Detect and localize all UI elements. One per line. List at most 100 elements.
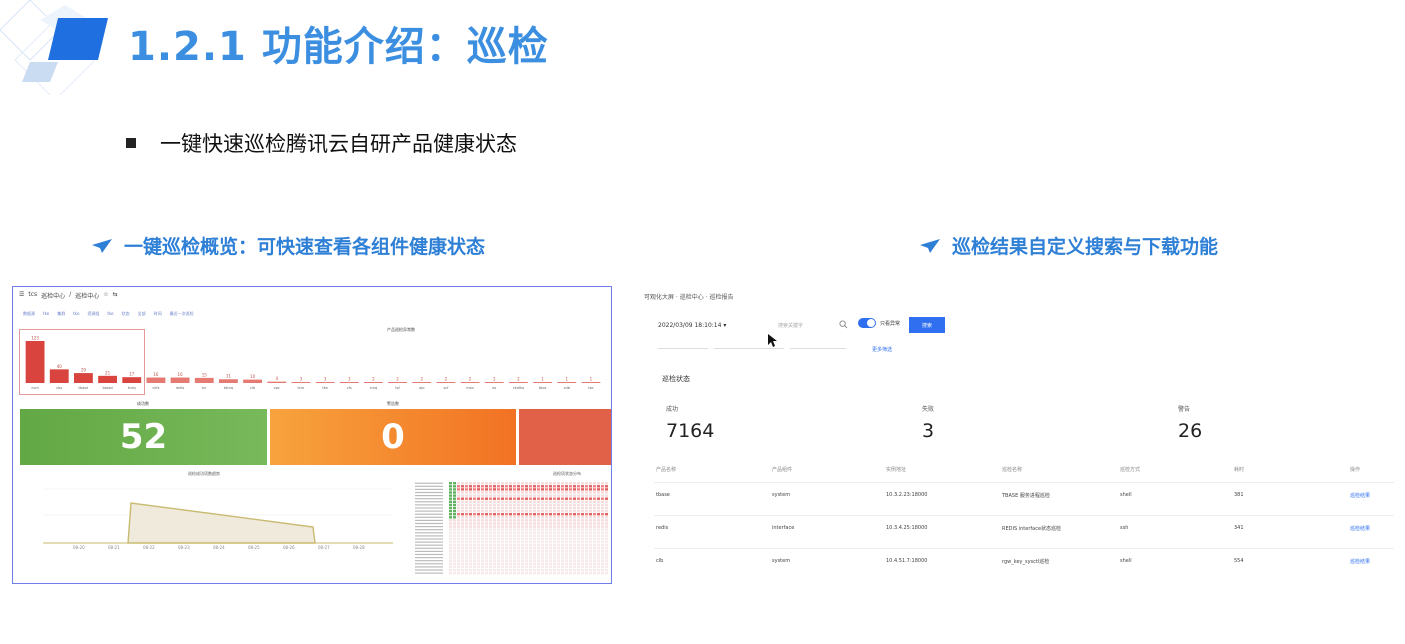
grid-cell xyxy=(553,519,556,522)
table-header: 产品名称 xyxy=(656,467,677,473)
grid-cell xyxy=(593,528,596,531)
bar-value-label: 21 xyxy=(105,370,111,375)
grid-cell xyxy=(549,547,552,550)
grid-cell xyxy=(497,513,500,516)
grid-cell xyxy=(565,506,568,510)
search-input[interactable]: 搜索关键字 xyxy=(778,322,803,329)
grid-cell xyxy=(461,559,464,562)
grid-cell xyxy=(601,559,604,562)
grid-cell xyxy=(605,485,608,488)
grid-cell xyxy=(513,571,516,575)
more-filters-link[interactable]: 更多筛选 xyxy=(872,346,892,353)
grid-cell xyxy=(541,525,544,528)
grid-cell xyxy=(601,528,604,531)
grid-cell xyxy=(597,534,600,538)
search-button[interactable]: 搜索 xyxy=(909,317,945,333)
bar-value-label: 2 xyxy=(372,377,375,382)
view-result-link[interactable]: 巡检结果 xyxy=(1350,558,1370,565)
table-row-divider xyxy=(654,515,1394,516)
grid-cell xyxy=(497,544,500,547)
grid-cell xyxy=(529,547,532,550)
grid-cell xyxy=(481,491,484,494)
grid-cell xyxy=(601,494,604,497)
grid-cell xyxy=(573,556,576,559)
grid-cell xyxy=(533,550,536,553)
grid-cell xyxy=(537,540,540,544)
grid-row-label xyxy=(415,498,443,500)
grid-cell xyxy=(517,547,520,550)
grid-cell xyxy=(497,534,500,538)
grid-cell xyxy=(469,500,472,503)
grid-cell xyxy=(489,519,492,522)
bar-value-label: 3 xyxy=(300,376,303,381)
grid-cell xyxy=(469,559,472,562)
grid-cell xyxy=(581,540,584,544)
grid-cell xyxy=(509,491,512,494)
grid-cell xyxy=(549,522,552,525)
grid-cell xyxy=(521,522,524,525)
grid-cell xyxy=(505,565,508,569)
grid-cell xyxy=(521,537,524,541)
grid-cell xyxy=(485,528,488,531)
grid-cell xyxy=(525,528,528,531)
grid-cell xyxy=(597,531,600,534)
grid-cell xyxy=(453,559,456,562)
filter-select[interactable] xyxy=(790,344,846,349)
filter-select[interactable] xyxy=(658,344,708,349)
grid-cell xyxy=(465,547,468,550)
grid-cell xyxy=(529,525,532,528)
grid-cell xyxy=(521,506,524,510)
view-result-link[interactable]: 巡检结果 xyxy=(1350,492,1370,499)
grid-cell xyxy=(521,559,524,562)
grid-cell xyxy=(549,540,552,544)
grid-cell xyxy=(553,525,556,528)
grid-cell xyxy=(565,525,568,528)
grid-cell xyxy=(465,550,468,553)
grid-cell xyxy=(513,559,516,562)
grid-cell xyxy=(561,519,564,522)
grid-cell xyxy=(537,531,540,534)
grid-cell xyxy=(457,553,460,556)
grid-cell xyxy=(485,534,488,538)
grid-cell xyxy=(597,528,600,531)
grid-cell xyxy=(449,503,452,507)
grid-cell xyxy=(585,525,588,528)
grid-cell xyxy=(557,494,560,497)
grid-cell xyxy=(521,531,524,534)
search-icon[interactable] xyxy=(839,320,848,329)
grid-cell xyxy=(549,494,552,497)
grid-cell xyxy=(465,562,468,565)
grid-cell xyxy=(545,522,548,525)
grid-cell xyxy=(577,537,580,541)
grid-cell xyxy=(469,544,472,547)
grid-row-label xyxy=(415,504,443,506)
grid-cell xyxy=(581,506,584,510)
grid-cell xyxy=(545,550,548,553)
grid-cell xyxy=(569,506,572,510)
view-result-link[interactable]: 巡检结果 xyxy=(1350,525,1370,532)
date-picker[interactable]: 2022/03/09 18:10:14 ▾ xyxy=(658,322,726,329)
grid-cell xyxy=(581,509,584,513)
grid-cell xyxy=(453,488,456,491)
grid-cell xyxy=(461,522,464,525)
grid-cell xyxy=(513,550,516,553)
grid-cell xyxy=(565,537,568,541)
grid-cell xyxy=(541,506,544,510)
grid-cell xyxy=(453,531,456,534)
grid-cell xyxy=(541,571,544,575)
grid-cell xyxy=(529,544,532,547)
bar-value-label: 2 xyxy=(420,377,423,382)
star-icon: ☆ xyxy=(103,291,109,298)
grid-row-label xyxy=(415,544,443,546)
grid-cell xyxy=(593,506,596,510)
bar-value-label: 123 xyxy=(31,336,39,341)
grid-cell xyxy=(493,494,496,497)
grid-cell xyxy=(569,553,572,556)
menu-icon: ☰ xyxy=(19,291,25,298)
grid-cell xyxy=(489,550,492,553)
grid-row-label xyxy=(415,529,443,531)
grid-cell xyxy=(537,519,540,522)
grid-cell xyxy=(449,540,452,544)
abnormal-only-toggle[interactable] xyxy=(858,318,876,328)
grid-cell xyxy=(553,562,556,565)
